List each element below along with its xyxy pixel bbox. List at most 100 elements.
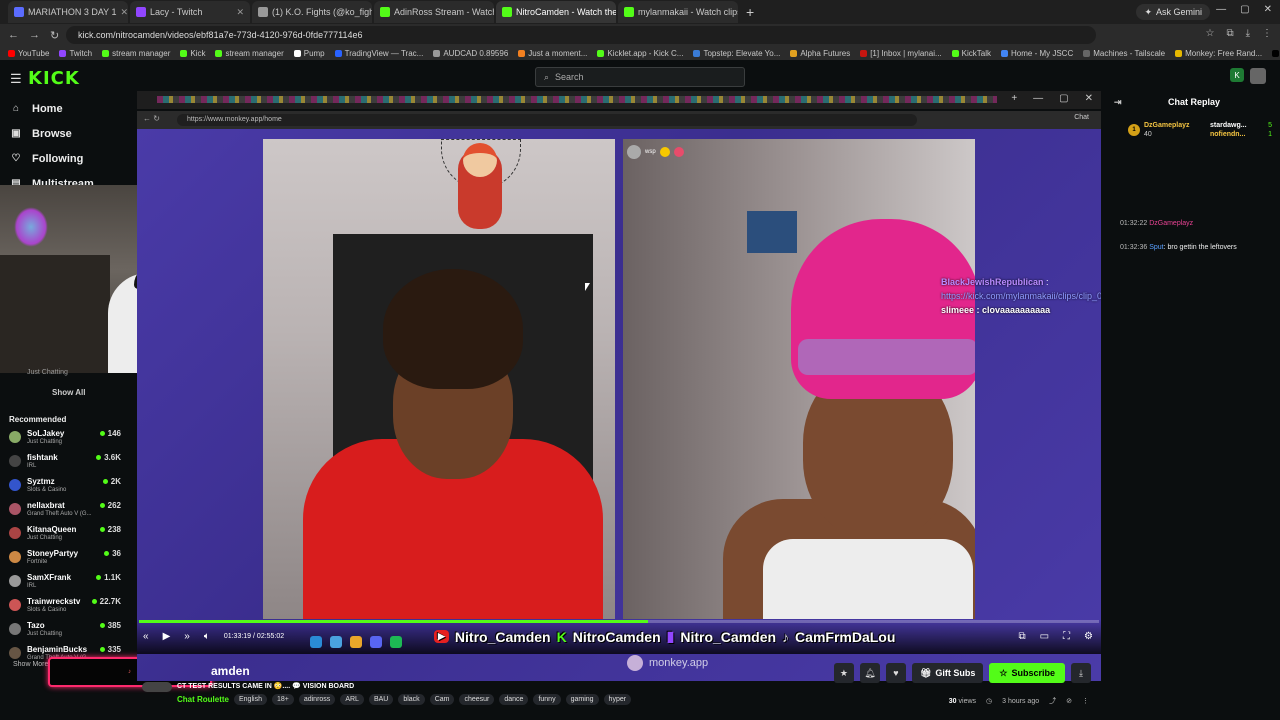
tag-pill[interactable]: BAU	[368, 694, 394, 705]
category-link[interactable]: Chat Roulette	[177, 695, 229, 704]
recommended-channel[interactable]: StoneyPartyy Fortnite 36	[9, 549, 121, 573]
recommended-channel[interactable]: fishtank IRL 3.6K	[9, 453, 121, 477]
theater-icon[interactable]: ▭	[1040, 631, 1049, 642]
rewind-icon[interactable]: «	[143, 631, 149, 642]
live-dot-icon	[99, 431, 105, 436]
tag-pill[interactable]: gaming	[565, 694, 599, 705]
minimize-icon[interactable]: —	[1216, 4, 1226, 15]
avatar[interactable]	[142, 682, 172, 692]
bookmark-item[interactable]: AUDCAD 0.89596	[433, 49, 508, 58]
sidebar-item-home[interactable]: ⌂ Home	[10, 96, 130, 121]
browser-tab[interactable]: Lacy - Twitch ✕	[130, 1, 250, 23]
show-more-button[interactable]: Show More	[13, 661, 48, 668]
browser-tab[interactable]: AdinRoss Stream - Watch Live✕	[374, 1, 494, 23]
download-icon[interactable]: ⤓	[1246, 28, 1250, 39]
tag-list: Chat Roulette English 18+ adinross ARL BAU bla…	[177, 694, 632, 705]
recommended-channel[interactable]: SamXFrank IRL 1.1K	[9, 573, 121, 597]
share-icon[interactable]: ⤴	[1049, 696, 1056, 706]
show-all-button[interactable]: Show All	[52, 388, 85, 397]
tag-pill[interactable]: adinross	[298, 694, 336, 705]
bookmark-item[interactable]: stream manager	[215, 49, 284, 58]
subscribe-button[interactable]: ☆ Subscribe	[989, 663, 1065, 683]
sidebar-item-browse[interactable]: ▣ Browse	[10, 121, 130, 146]
mute-icon[interactable]: ⊘	[1066, 697, 1072, 705]
bookmark-item[interactable]: Topstep: Elevate Yo...	[693, 49, 780, 58]
recommended-channel[interactable]: Syztmz Slots & Casino 2K	[9, 477, 121, 501]
bookmark-item[interactable]: Just a moment...	[518, 49, 587, 58]
extensions-icon[interactable]: ⧉	[1226, 28, 1233, 39]
tag-pill[interactable]: hyper	[603, 694, 632, 705]
tag-pill[interactable]: 18+	[271, 694, 294, 705]
recommended-channel[interactable]: KitanaQueen Just Chatting 238	[9, 525, 121, 549]
tag-pill[interactable]: Cam	[429, 694, 455, 705]
browser-tab[interactable]: mylanmakaii - Watch clips✕	[618, 1, 738, 23]
fullscreen-icon[interactable]: ⛶	[1063, 631, 1070, 642]
bookmark-item[interactable]: Kick	[180, 49, 205, 58]
close-icon[interactable]: ✕	[1264, 4, 1272, 15]
tag-pill[interactable]: cheesur	[459, 694, 495, 705]
settings-icon[interactable]: ⚙	[1084, 631, 1093, 642]
collapse-chat-icon[interactable]: ⇥	[1114, 97, 1122, 108]
channel-name[interactable]: amden	[211, 664, 250, 678]
tag-pill[interactable]: black	[398, 694, 425, 705]
back-icon[interactable]: ←	[8, 29, 19, 41]
chat-username[interactable]: DzGameplayz	[1149, 220, 1193, 227]
play-icon[interactable]: ▶	[163, 631, 171, 642]
kick-icon[interactable]: K	[1230, 68, 1244, 82]
avatar	[9, 431, 21, 443]
bookmark-item[interactable]: Monkey: Free Rand...	[1175, 49, 1262, 58]
forward-icon[interactable]: »	[184, 631, 190, 642]
close-tab-icon[interactable]: ✕	[121, 7, 128, 18]
recommended-channel[interactable]: Trainwreckstv Slots & Casino 22.7K	[9, 597, 121, 621]
kick-logo[interactable]: KICK	[28, 68, 80, 89]
bookmark-item[interactable]: [1] Inbox | mylanai...	[860, 49, 942, 58]
browser-tab[interactable]: MARIATHON 3 DAY 1 ✕	[8, 1, 128, 23]
bookmark-item[interactable]: Buy CapCut Pro 1 M...	[1272, 49, 1280, 58]
bookmark-item[interactable]: YouTube	[8, 49, 49, 58]
menu-icon[interactable]: ⋮	[1262, 28, 1272, 39]
reload-icon[interactable]: ↻	[50, 29, 59, 42]
heart-icon[interactable]: ♥	[885, 663, 906, 683]
home-icon: ⌂	[12, 103, 20, 114]
more-icon[interactable]: ⋮	[1082, 697, 1089, 705]
browser-tab[interactable]: (1) K.O. Fights (@ko_fights_)✕	[252, 1, 372, 23]
progress-bar[interactable]	[139, 620, 1099, 623]
address-bar[interactable]: kick.com/nitrocamden/videos/ebf81a7e-773…	[66, 26, 1096, 44]
bookmark-item[interactable]: TradingView — Trac...	[334, 49, 423, 58]
bookmark-item[interactable]: Home - My JSCC	[1001, 49, 1073, 58]
star-icon[interactable]: ★	[833, 663, 854, 683]
tag-pill[interactable]: dance	[499, 694, 529, 705]
bell-icon[interactable]: 🔔︎	[859, 663, 880, 683]
recommended-channel[interactable]: SoLJakey Just Chatting 146	[9, 429, 121, 453]
tag-pill[interactable]: funny	[533, 694, 561, 705]
volume-icon[interactable]: 🔈︎	[204, 631, 210, 642]
bookmark-item[interactable]: Kicklet.app - Kick C...	[597, 49, 683, 58]
gift-subs-button[interactable]: 🎁︎ Gift Subs	[911, 663, 984, 683]
video-player[interactable]: wsp monkey.app BlackJewishRepublican : h…	[137, 129, 1101, 681]
avatar[interactable]	[1250, 68, 1266, 84]
search-input[interactable]: ⌕ Search	[535, 67, 745, 87]
bookmark-item[interactable]: Pump	[293, 49, 325, 58]
bookmark-item[interactable]: stream manager	[102, 49, 170, 58]
browser-tab[interactable]: NitroCamden - Watch the VOD✕	[496, 1, 616, 23]
close-tab-icon[interactable]: ✕	[236, 7, 244, 18]
recommended-channel[interactable]: Tazo Just Chatting 385	[9, 621, 121, 645]
pip-icon[interactable]: ⧉	[1018, 631, 1025, 642]
hamburger-menu-icon[interactable]: ☰	[10, 71, 22, 87]
live-dot-icon	[99, 647, 105, 652]
maximize-icon[interactable]: ▢	[1240, 4, 1249, 15]
download-icon[interactable]: ⤓	[1071, 663, 1091, 683]
tag-pill[interactable]: English	[234, 694, 267, 705]
new-tab-icon[interactable]: +	[740, 4, 760, 20]
chat-username[interactable]: Sput	[1149, 244, 1163, 251]
bookmark-item[interactable]: Alpha Futures	[790, 49, 850, 58]
sidebar-item-following[interactable]: ♡ Following	[10, 146, 130, 171]
star-icon[interactable]: ☆	[1205, 28, 1214, 39]
tag-pill[interactable]: ARL	[340, 694, 364, 705]
bookmark-item[interactable]: KickTalk	[951, 49, 991, 58]
bookmark-item[interactable]: Machines - Tailscale	[1083, 49, 1165, 58]
ask-gemini-button[interactable]: ✦ Ask Gemini	[1136, 4, 1210, 20]
bookmark-item[interactable]: Twitch	[59, 49, 92, 58]
recommended-channel[interactable]: nellaxbrat Grand Theft Auto V (G... 262	[9, 501, 121, 525]
forward-icon[interactable]: →	[29, 29, 40, 41]
